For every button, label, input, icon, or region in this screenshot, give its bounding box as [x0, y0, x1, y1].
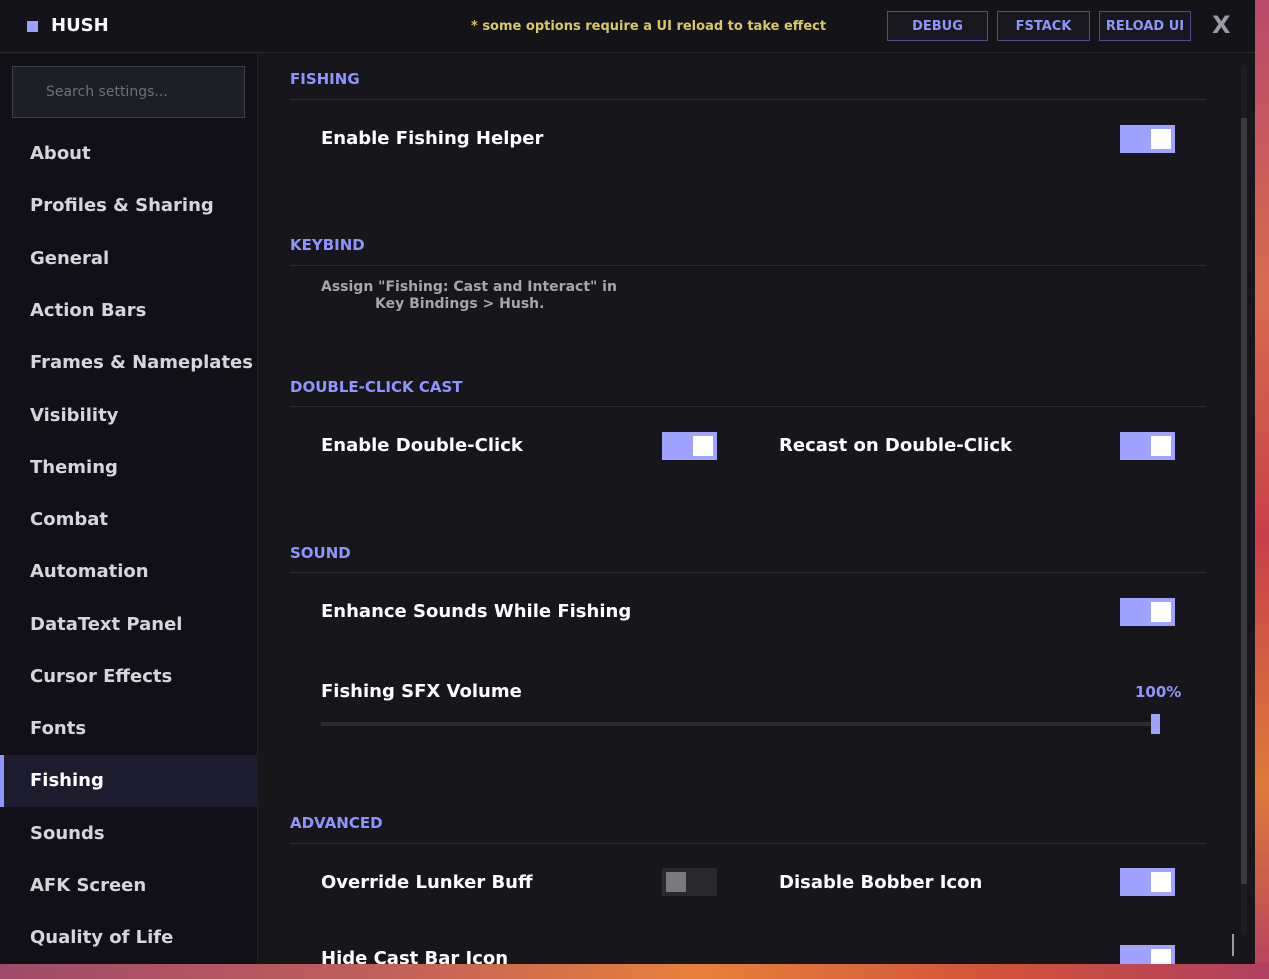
sidebar-item-sounds[interactable]: Sounds: [0, 808, 258, 860]
toggle-knob: [1151, 949, 1171, 964]
section-title-advanced: ADVANCED: [290, 814, 383, 832]
sidebar-item-cursor-effects[interactable]: Cursor Effects: [0, 651, 258, 703]
settings-window: HUSH * some options require a UI reload …: [0, 0, 1255, 964]
enable-fishing-helper-toggle[interactable]: [1120, 125, 1175, 153]
sidebar-item-automation[interactable]: Automation: [0, 546, 258, 598]
recast-double-click-label: Recast on Double-Click: [779, 435, 1012, 456]
fstack-button[interactable]: FSTACK: [997, 11, 1090, 41]
toggle-knob: [693, 436, 713, 456]
section-title-keybind: KEYBIND: [290, 236, 365, 254]
toggle-knob: [1151, 602, 1171, 622]
section-divider: [290, 843, 1206, 844]
game-backdrop-right: [1255, 0, 1269, 979]
sidebar-item-combat[interactable]: Combat: [0, 494, 258, 546]
sidebar-item-general[interactable]: General: [0, 233, 258, 285]
recast-double-click-toggle[interactable]: [1120, 432, 1175, 460]
scrollbar-thumb[interactable]: [1241, 118, 1247, 884]
enable-double-click-label: Enable Double-Click: [321, 435, 523, 456]
disable-bobber-toggle[interactable]: [1120, 868, 1175, 896]
sidebar-item-theming[interactable]: Theming: [0, 442, 258, 494]
sfx-volume-slider[interactable]: [321, 722, 1160, 726]
toggle-knob: [1151, 436, 1171, 456]
enable-double-click-toggle[interactable]: [662, 432, 717, 460]
sfx-volume-value: 100%: [1135, 683, 1182, 701]
settings-content: FISHING Enable Fishing Helper KEYBIND As…: [259, 54, 1255, 964]
section-title-double-click: DOUBLE-CLICK CAST: [290, 378, 463, 396]
section-divider: [290, 99, 1206, 100]
sidebar-item-quality-of-life[interactable]: Quality of Life: [0, 912, 258, 964]
enhance-sounds-toggle[interactable]: [1120, 598, 1175, 626]
toggle-knob: [1151, 872, 1171, 892]
title-bar: HUSH * some options require a UI reload …: [0, 0, 1255, 53]
override-lunker-label: Override Lunker Buff: [321, 872, 533, 893]
sidebar-item-datatext-panel[interactable]: DataText Panel: [0, 599, 258, 651]
sidebar-item-fonts[interactable]: Fonts: [0, 703, 258, 755]
sidebar-item-afk-screen[interactable]: AFK Screen: [0, 860, 258, 912]
sidebar-item-profiles-sharing[interactable]: Profiles & Sharing: [0, 180, 258, 232]
keybind-instruction-line1: Assign "Fishing: Cast and Interact" in: [321, 279, 617, 295]
sidebar-item-fishing[interactable]: Fishing: [0, 755, 258, 807]
section-divider: [290, 572, 1206, 573]
reload-ui-button[interactable]: RELOAD UI: [1099, 11, 1191, 41]
sfx-volume-label: Fishing SFX Volume: [321, 681, 522, 702]
sidebar-item-visibility[interactable]: Visibility: [0, 390, 258, 442]
toggle-knob: [666, 872, 686, 892]
section-title-fishing: FISHING: [290, 70, 360, 88]
enable-fishing-helper-label: Enable Fishing Helper: [321, 128, 544, 149]
toggle-knob: [1151, 129, 1171, 149]
section-divider: [290, 265, 1206, 266]
sidebar-item-about[interactable]: About: [0, 128, 258, 180]
reload-notice: * some options require a UI reload to ta…: [471, 19, 827, 34]
sfx-volume-slider-thumb[interactable]: [1151, 714, 1160, 734]
disable-bobber-label: Disable Bobber Icon: [779, 872, 983, 893]
section-divider: [290, 406, 1206, 407]
sidebar-item-action-bars[interactable]: Action Bars: [0, 285, 258, 337]
hide-cast-bar-toggle[interactable]: [1120, 945, 1175, 964]
resize-handle-icon[interactable]: [1232, 934, 1250, 956]
app-title: HUSH: [51, 15, 109, 36]
override-lunker-toggle[interactable]: [662, 868, 717, 896]
hide-cast-bar-label: Hide Cast Bar Icon: [321, 948, 509, 964]
sidebar-item-frames-nameplates[interactable]: Frames & Nameplates: [0, 337, 258, 389]
enhance-sounds-label: Enhance Sounds While Fishing: [321, 601, 632, 622]
keybind-instruction-line2: Key Bindings > Hush.: [375, 296, 545, 312]
logo-square-icon: [27, 21, 38, 32]
game-backdrop-bottom: [0, 963, 1269, 979]
section-title-sound: SOUND: [290, 544, 351, 562]
sidebar: Search settings... About Profiles & Shar…: [0, 54, 258, 964]
debug-button[interactable]: DEBUG: [887, 11, 988, 41]
close-button[interactable]: X: [1212, 11, 1231, 39]
search-input[interactable]: Search settings...: [12, 66, 245, 118]
